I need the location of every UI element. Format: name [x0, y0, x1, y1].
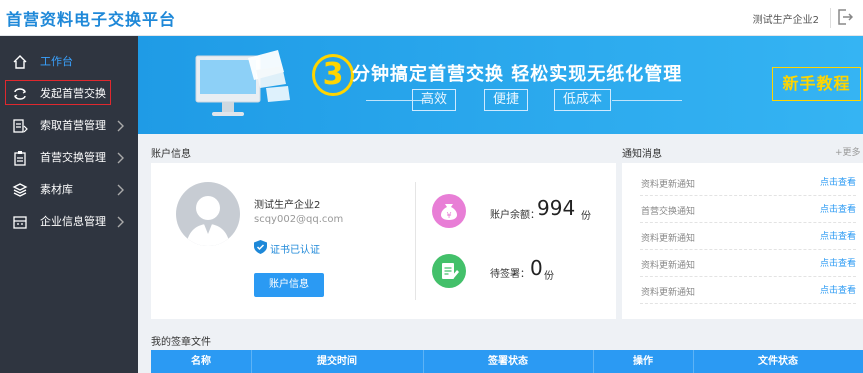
svg-text:¥: ¥: [446, 211, 451, 220]
banner-tag: 低成本: [554, 89, 612, 111]
list-item: 资料更新通知 点击查看: [640, 224, 856, 250]
sidebar-item-request-management[interactable]: 索取首营管理: [0, 110, 138, 142]
banner-number: 3: [312, 54, 354, 96]
column-header[interactable]: 提交时间: [251, 350, 423, 373]
pending-label: 待签署：: [490, 269, 530, 280]
home-icon: [12, 54, 28, 70]
account-section-title: 账户信息: [151, 149, 191, 160]
notices-section-title: 通知消息: [622, 149, 662, 160]
top-bar: 首营资料电子交换平台 测试生产企业2: [0, 0, 863, 36]
sidebar-item-start-exchange[interactable]: 发起首营交换: [0, 78, 138, 110]
notice-title: 资料更新通知: [641, 234, 696, 244]
column-header[interactable]: 签署状态: [423, 350, 593, 373]
balance-unit: 份: [581, 211, 591, 222]
notice-view-link[interactable]: 点击查看: [820, 175, 856, 188]
column-header[interactable]: 名称: [151, 350, 251, 373]
divider: [830, 8, 831, 28]
company-name: 测试生产企业2: [254, 200, 321, 211]
column-header[interactable]: 操作: [593, 350, 693, 373]
notice-title: 资料更新通知: [641, 288, 696, 298]
sidebar-item-workbench[interactable]: 工作台: [0, 46, 138, 78]
notice-title: 资料更新通知: [641, 180, 696, 190]
sidebar-item-material-library[interactable]: 素材库: [0, 174, 138, 206]
chevron-right-icon: [117, 215, 125, 229]
list-item: 资料更新通知 点击查看: [640, 170, 856, 196]
banner-tag: 高效: [412, 89, 457, 111]
sidebar-item-label: 工作台: [40, 55, 73, 68]
chevron-right-icon: [117, 183, 125, 197]
shield-check-icon: [254, 240, 267, 254]
sidebar-item-exchange-management[interactable]: 首营交换管理: [0, 142, 138, 174]
notice-view-link[interactable]: 点击查看: [820, 283, 856, 296]
files-table-header: 名称 提交时间 签署状态 操作 文件状态: [151, 350, 863, 373]
sidebar-item-company-info[interactable]: 企业信息管理: [0, 206, 138, 238]
request-icon: [12, 118, 28, 134]
sign-document-icon: [432, 254, 466, 288]
pending-value: 0: [530, 256, 543, 280]
company-email: scqy002@qq.com: [254, 214, 344, 225]
current-user[interactable]: 测试生产企业2: [753, 11, 819, 26]
notice-view-link[interactable]: 点击查看: [820, 229, 856, 242]
more-link[interactable]: +更多: [835, 145, 861, 158]
notice-title: 首营交换通知: [641, 207, 696, 217]
promo-banner: 3 分钟搞定首营交换 轻松实现无纸化管理 高效 便捷 低成本 新手教程: [138, 36, 863, 134]
banner-headline: 分钟搞定首营交换 轻松实现无纸化管理: [352, 64, 683, 85]
sidebar-item-label: 发起首营交换: [40, 87, 106, 100]
notice-view-link[interactable]: 点击查看: [820, 202, 856, 215]
sidebar: 工作台 发起首营交换 索取首营管理 首营交换管理 素材库 企业信息管理: [0, 36, 138, 373]
divider: [415, 182, 416, 300]
exchange-icon: [12, 86, 28, 102]
list-item: 资料更新通知 点击查看: [640, 278, 856, 304]
balance-label: 账户余额：: [490, 210, 540, 221]
balance-value: 994: [537, 196, 576, 220]
logout-icon[interactable]: [837, 8, 854, 26]
sidebar-item-label: 企业信息管理: [40, 215, 106, 228]
list-item: 首营交换通知 点击查看: [640, 197, 856, 223]
building-icon: [12, 214, 28, 230]
sidebar-item-label: 索取首营管理: [40, 119, 106, 132]
chevron-right-icon: [117, 119, 125, 133]
files-section-title: 我的签章文件: [151, 337, 211, 348]
list-item: 资料更新通知 点击查看: [640, 251, 856, 277]
tutorial-button[interactable]: 新手教程: [772, 67, 861, 101]
certification-label: 证书已认证: [270, 245, 320, 256]
account-info-button[interactable]: 账户信息: [254, 273, 324, 297]
clipboard-icon: [12, 150, 28, 166]
column-header[interactable]: 文件状态: [693, 350, 863, 373]
app-title: 首营资料电子交换平台: [6, 10, 177, 29]
avatar: [176, 182, 240, 246]
chevron-right-icon: [117, 151, 125, 165]
sidebar-item-label: 首营交换管理: [40, 151, 106, 164]
notice-view-link[interactable]: 点击查看: [820, 256, 856, 269]
computer-illustration-icon: [186, 48, 296, 124]
notice-title: 资料更新通知: [641, 261, 696, 271]
layers-icon: [12, 182, 28, 198]
pending-unit: 份: [544, 271, 554, 282]
banner-tag: 便捷: [484, 89, 529, 111]
decor-line: [612, 100, 682, 101]
sidebar-item-label: 素材库: [40, 183, 73, 196]
money-bag-icon: ¥: [432, 194, 466, 228]
